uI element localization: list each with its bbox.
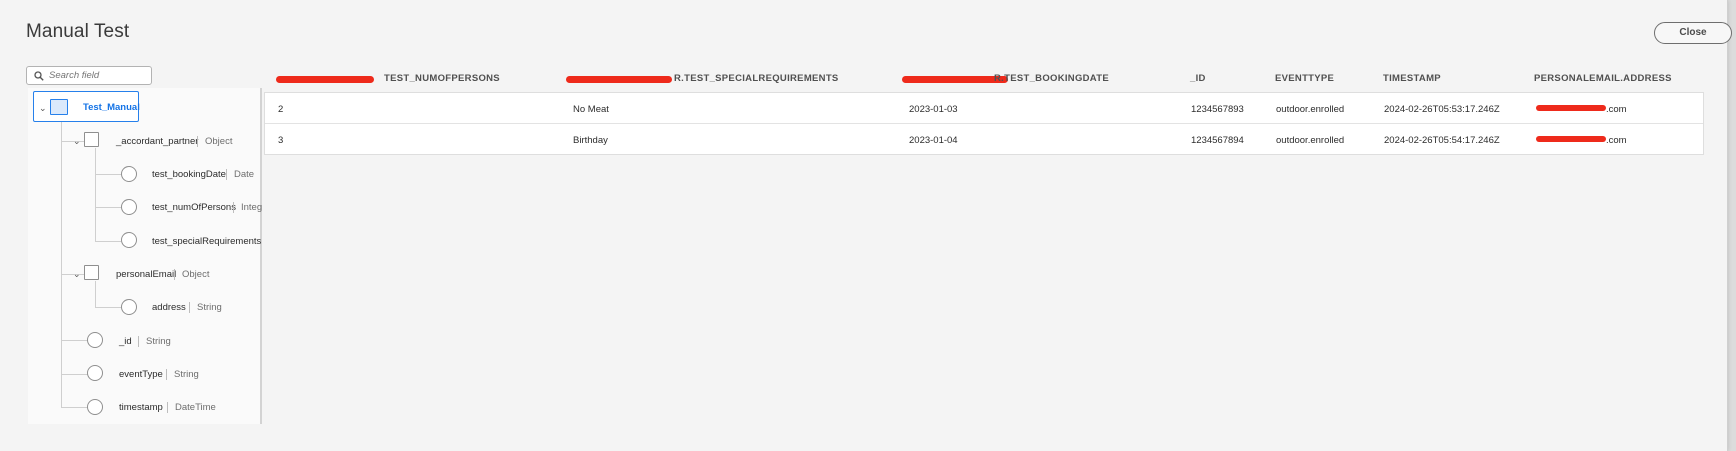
object-node-icon [84,132,99,147]
redaction-mark [566,76,672,83]
object-node-icon [84,265,99,280]
tree-field-name[interactable]: timestamp [119,402,163,413]
tree-field-type: Integ [233,202,262,213]
redaction-mark [1536,136,1606,142]
table-cell: .com [1606,135,1627,146]
table-cell: 2 [278,104,284,115]
tree-connector [61,114,62,408]
tree-field-name[interactable]: _id [119,336,132,347]
table-cell: 3 [278,135,284,146]
table-cell: 1234567894 [1191,135,1244,146]
tree-field-type: Object [174,269,209,280]
dialog: Manual Test Close ⌄ Test_Manual ⌄ _accor… [0,0,1732,451]
search-icon [34,70,44,81]
table-cell: No Meat [573,104,609,115]
field-node-icon [87,399,103,415]
column-header[interactable]: R.TEST_SPECIALREQUIREMENTS [674,73,839,84]
tree-connector [95,148,96,241]
tree-field-name[interactable]: _accordant_partner [116,136,198,147]
table-cell: 2023-01-04 [909,135,958,146]
tree-connector [95,207,121,208]
dialog-title: Manual Test [26,21,130,42]
field-node-icon [87,332,103,348]
tree-field-type: String [138,336,171,347]
chevron-down-icon[interactable]: ⌄ [39,103,47,113]
table-cell: outdoor.enrolled [1276,135,1345,146]
table-row[interactable]: 2 No Meat 2023-01-03 1234567893 outdoor.… [265,93,1703,124]
data-preview-table: TEST_NUMOFPERSONS R.TEST_SPECIALREQUIREM… [262,67,1704,155]
table-cell: Birthday [573,135,608,146]
field-node-icon [121,199,137,215]
column-header[interactable]: R.TEST_BOOKINGDATE [994,73,1109,84]
tree-connector [61,374,88,375]
table-cell: 1234567893 [1191,104,1244,115]
tree-field-name[interactable]: personalEmail [116,269,176,280]
tree-field-type: String [166,369,199,380]
tree-field-name[interactable]: eventType [119,369,163,380]
field-node-icon [87,365,103,381]
tree-field-name[interactable]: test_numOfPersons [152,202,236,213]
field-node-icon [121,166,137,182]
table-cell: 2024-02-26T05:54:17.246Z [1384,135,1500,146]
search-input[interactable] [49,70,139,81]
table-cell: outdoor.enrolled [1276,104,1345,115]
column-header[interactable]: TIMESTAMP [1383,73,1441,84]
search-field[interactable] [26,66,152,85]
tree-connector [95,307,121,308]
object-node-icon [50,99,68,115]
tree-connector [95,241,121,242]
tree-field-type: Object [197,136,232,147]
field-node-icon [121,299,137,315]
column-header[interactable]: _ID [1190,73,1206,84]
table-row[interactable]: 3 Birthday 2023-01-04 1234567894 outdoor… [265,124,1703,154]
redaction-mark [1536,105,1606,111]
tree-field-type: DateTime [167,402,216,413]
column-header[interactable]: TEST_NUMOFPERSONS [384,73,500,84]
tree-field-type: String [189,302,222,313]
column-header[interactable]: EVENTTYPE [1275,73,1334,84]
tree-field-name[interactable]: test_specialRequirements [152,236,261,247]
tree-connector [95,281,96,307]
redaction-mark [902,76,1008,83]
tree-field-name[interactable]: address [152,302,186,313]
table-header: TEST_NUMOFPERSONS R.TEST_SPECIALREQUIREM… [262,67,1702,91]
table-body: 2 No Meat 2023-01-03 1234567893 outdoor.… [264,92,1704,155]
table-cell: 2023-01-03 [909,104,958,115]
column-header[interactable]: PERSONALEMAIL.ADDRESS [1534,73,1672,84]
tree-node-label[interactable]: Test_Manual [83,102,140,113]
tree-connector [95,174,121,175]
table-cell: 2024-02-26T05:53:17.246Z [1384,104,1500,115]
tree-field-type: Date [226,169,254,180]
chevron-down-icon[interactable]: ⌄ [73,136,81,146]
table-cell: .com [1606,104,1627,115]
chevron-down-icon[interactable]: ⌄ [73,269,81,279]
tree-connector [61,407,88,408]
redaction-mark [276,76,374,83]
close-button[interactable]: Close [1654,22,1732,44]
tree-connector [61,340,88,341]
field-node-icon [121,232,137,248]
tree-field-name[interactable]: test_bookingDate [152,169,226,180]
